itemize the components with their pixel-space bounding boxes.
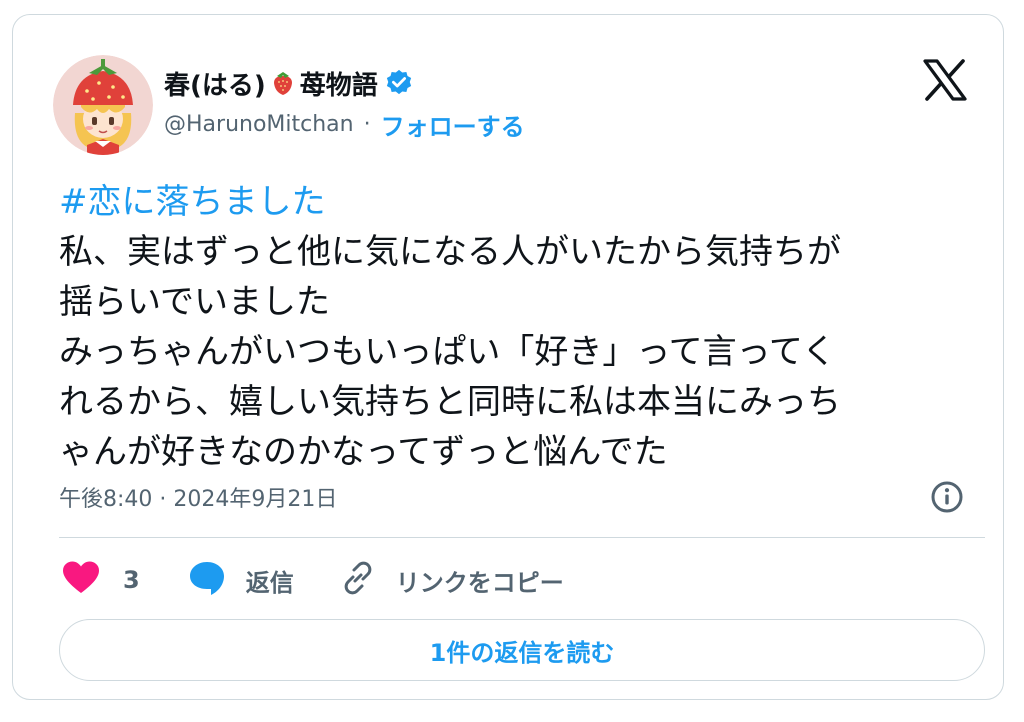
display-name-suffix[interactable]: 苺物語 xyxy=(300,65,378,102)
x-logo-icon[interactable] xyxy=(923,59,967,101)
separator-dot: · xyxy=(363,111,371,137)
reply-label: 返信 xyxy=(245,568,294,597)
info-icon[interactable] xyxy=(929,479,965,515)
strawberry-icon xyxy=(272,70,294,96)
tweet-text-line: みっちゃんがいつもいっぱい「好き」って言ってく xyxy=(59,332,836,372)
hashtag-link[interactable]: #恋に落ちました xyxy=(59,177,989,227)
tweet-text-line: 揺らいでいました xyxy=(59,282,330,322)
heart-icon xyxy=(61,560,101,600)
author-name-row: 春(はる) 苺物語 xyxy=(164,63,414,103)
copy-link-button[interactable]: リンクをコピー xyxy=(340,560,564,600)
timestamp[interactable]: 午後8:40 · 2024年9月21日 xyxy=(59,477,337,517)
tweet-text-line: 私、実はずっと他に気になる人がいたから気持ちが xyxy=(59,232,841,272)
reply-button[interactable]: 返信 xyxy=(188,560,294,600)
link-icon xyxy=(340,560,376,600)
read-replies-button[interactable]: 1件の返信を読む xyxy=(59,619,985,681)
author-handle[interactable]: @HarunoMitchan xyxy=(164,112,354,137)
display-name[interactable]: 春(はる) xyxy=(164,65,266,102)
reply-bubble-icon xyxy=(188,560,226,600)
divider xyxy=(59,537,985,538)
tweet-text-line: れるから、嬉しい気持ちと同時に私は本当にみっち xyxy=(59,382,841,422)
avatar[interactable] xyxy=(53,55,153,155)
like-button[interactable]: 3 xyxy=(61,560,140,600)
copy-link-label: リンクをコピー xyxy=(395,568,564,597)
tweet-text: #恋に落ちました 私、実はずっと他に気になる人がいたから気持ちが 揺らいでいまし… xyxy=(59,177,989,477)
follow-link[interactable]: フォローする xyxy=(381,107,525,142)
action-bar: 3 返信 リンクをコピー xyxy=(61,557,564,603)
like-count: 3 xyxy=(123,566,140,594)
tweet-text-line: ゃんが好きなのかなってずっと悩んでた xyxy=(59,432,668,472)
verified-badge-icon xyxy=(384,68,414,98)
avatar-image xyxy=(53,55,153,155)
tweet-card: 春(はる) 苺物語 @HarunoMitchan · フォローする #恋に落ちま… xyxy=(12,14,1004,700)
author-handle-row: @HarunoMitchan · フォローする xyxy=(164,107,525,141)
